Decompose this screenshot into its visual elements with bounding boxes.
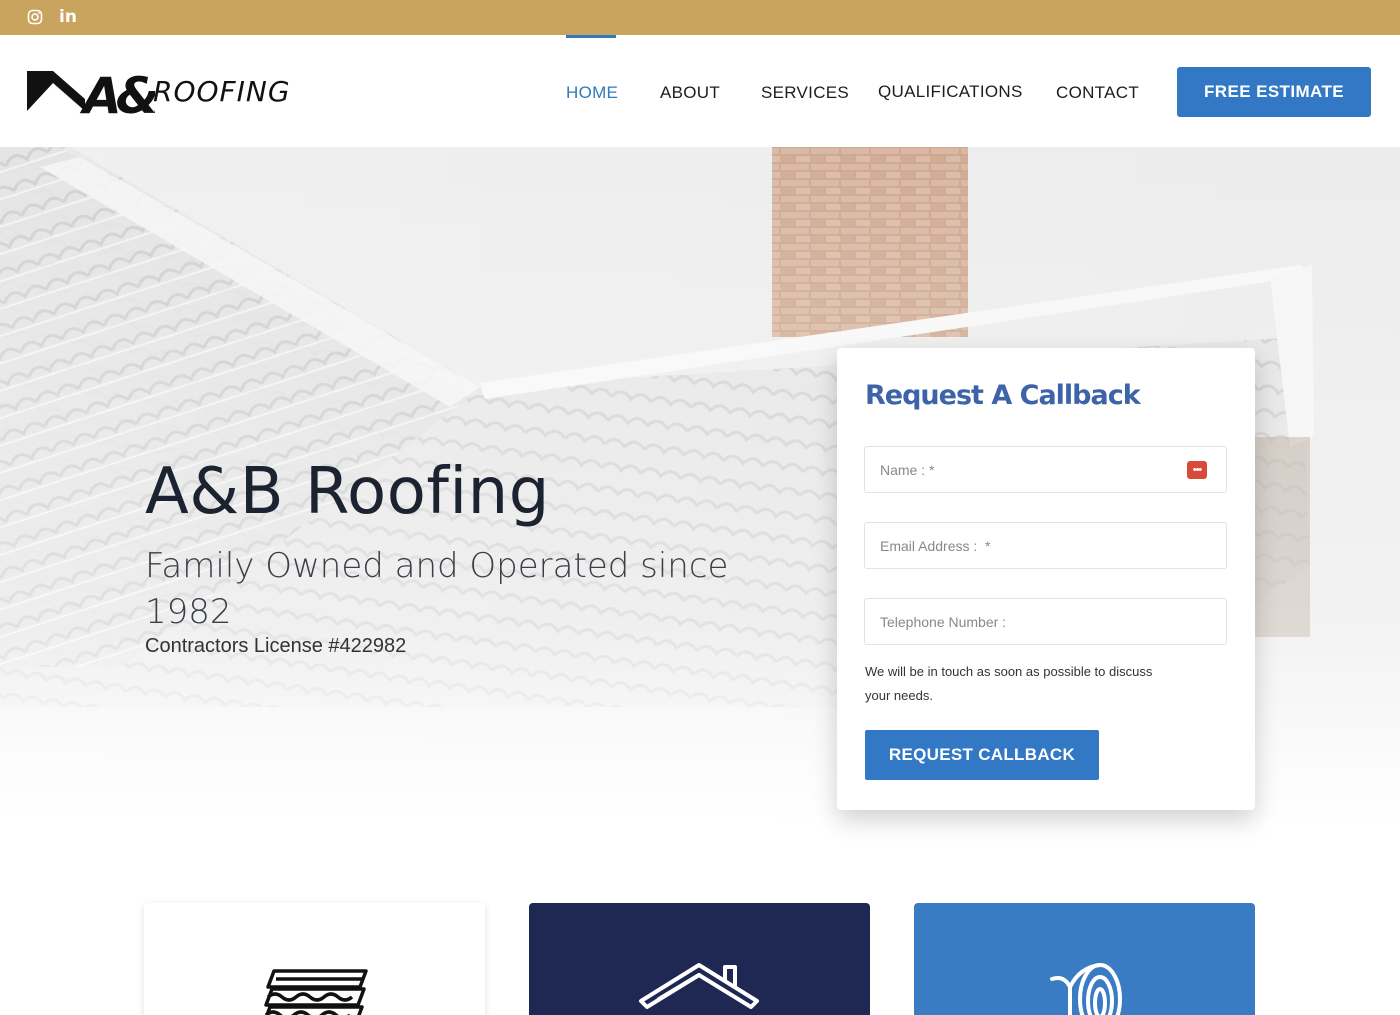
email-input[interactable]	[865, 523, 1226, 568]
service-card-roofing[interactable]	[529, 903, 870, 1015]
instagram-glyph	[27, 9, 43, 25]
house-roof-icon	[639, 963, 759, 1009]
hero-section: A&B Roofing Family Owned and Operated si…	[0, 147, 1400, 1015]
logo-mark-text: A&B	[79, 67, 155, 117]
nav-services[interactable]: SERVICES	[761, 83, 849, 103]
service-card-tiles[interactable]	[144, 903, 485, 1015]
contractor-license: Contractors License #422982	[145, 635, 407, 657]
callback-form-title: Request A Callback	[865, 380, 1141, 411]
callback-note: We will be in touch as soon as possible …	[865, 664, 1153, 703]
nav-qualifications[interactable]: QUALIFICATIONS	[878, 82, 1023, 102]
telephone-field	[864, 598, 1227, 645]
name-field: •••	[864, 446, 1227, 493]
roof-tiles-icon	[264, 969, 368, 1015]
name-input[interactable]	[865, 447, 1226, 492]
free-estimate-button[interactable]: FREE ESTIMATE	[1177, 67, 1371, 117]
request-callback-button[interactable]: REQUEST CALLBACK	[865, 730, 1099, 780]
logo-wordmark: ROOFING	[153, 75, 291, 108]
site-header: A&B ROOFING HOME ABOUT SERVICES QUALIFIC…	[0, 35, 1400, 147]
roll-icon	[1050, 963, 1122, 1015]
hero-title: A&B Roofing	[145, 455, 550, 529]
nav-contact[interactable]: CONTACT	[1056, 83, 1139, 103]
dots-icon[interactable]: •••	[1187, 461, 1207, 479]
service-card-materials[interactable]	[914, 903, 1255, 1015]
site-logo[interactable]: A&B ROOFING	[27, 65, 290, 125]
email-field	[864, 522, 1227, 569]
social-topbar: in	[0, 0, 1400, 35]
linkedin-icon[interactable]: in	[58, 7, 78, 27]
logo-mark-icon: A&B	[27, 67, 194, 125]
telephone-input[interactable]	[865, 599, 1226, 644]
nav-about[interactable]: ABOUT	[660, 83, 720, 103]
hero-subtitle: Family Owned and Operated since 1982	[145, 546, 729, 632]
instagram-icon[interactable]	[25, 7, 45, 27]
nav-home[interactable]: HOME	[566, 83, 618, 103]
callback-form-card: Request A Callback ••• We will be in tou…	[837, 348, 1255, 810]
nav-active-indicator	[566, 35, 616, 38]
